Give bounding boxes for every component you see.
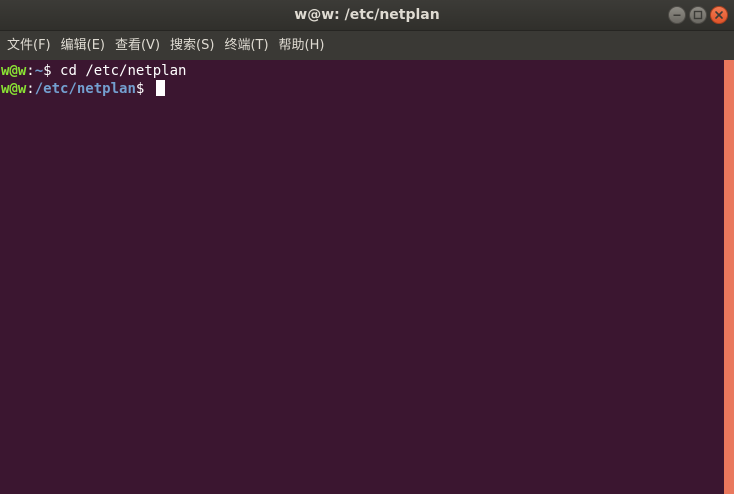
- scrollbar[interactable]: [724, 60, 734, 494]
- minimize-icon: [673, 14, 681, 16]
- menu-bar: 文件(F) 编辑(E) 查看(V) 搜索(S) 终端(T) 帮助(H): [0, 31, 734, 60]
- prompt-separator: :: [26, 81, 35, 97]
- command-text: cd /etc/netplan: [60, 63, 187, 79]
- menu-file[interactable]: 文件(F): [2, 31, 56, 60]
- minimize-button[interactable]: [668, 6, 686, 24]
- menu-edit[interactable]: 编辑(E): [56, 31, 110, 60]
- menu-help[interactable]: 帮助(H): [274, 31, 330, 60]
- maximize-button[interactable]: [689, 6, 707, 24]
- prompt-separator: :: [26, 63, 35, 79]
- prompt-symbol: $: [43, 63, 61, 79]
- menu-terminal[interactable]: 终端(T): [219, 31, 273, 60]
- prompt-path: /etc/netplan: [34, 81, 136, 97]
- close-button[interactable]: [710, 6, 728, 24]
- text-cursor: [155, 80, 165, 96]
- window-title: w@w: /etc/netplan: [294, 7, 440, 23]
- terminal-line: w@w:~$ cd /etc/netplan: [1, 62, 724, 80]
- prompt-user: w@w: [1, 63, 27, 79]
- close-icon: [715, 11, 723, 19]
- terminal-output[interactable]: w@w:~$ cd /etc/netplan w@w:/etc/netplan$: [0, 60, 724, 494]
- terminal-window: w@w: /etc/netplan 文件(F) 编辑(E) 查看(V) 搜索(S…: [0, 0, 734, 494]
- menu-search[interactable]: 搜索(S): [165, 31, 219, 60]
- maximize-icon: [693, 10, 703, 20]
- prompt-symbol: $: [135, 81, 153, 97]
- menu-view[interactable]: 查看(V): [110, 31, 165, 60]
- terminal-line: w@w:/etc/netplan$: [1, 80, 724, 98]
- prompt-path: ~: [34, 63, 44, 79]
- window-controls: [668, 6, 728, 24]
- prompt-user: w@w: [1, 81, 27, 97]
- title-bar[interactable]: w@w: /etc/netplan: [0, 0, 734, 31]
